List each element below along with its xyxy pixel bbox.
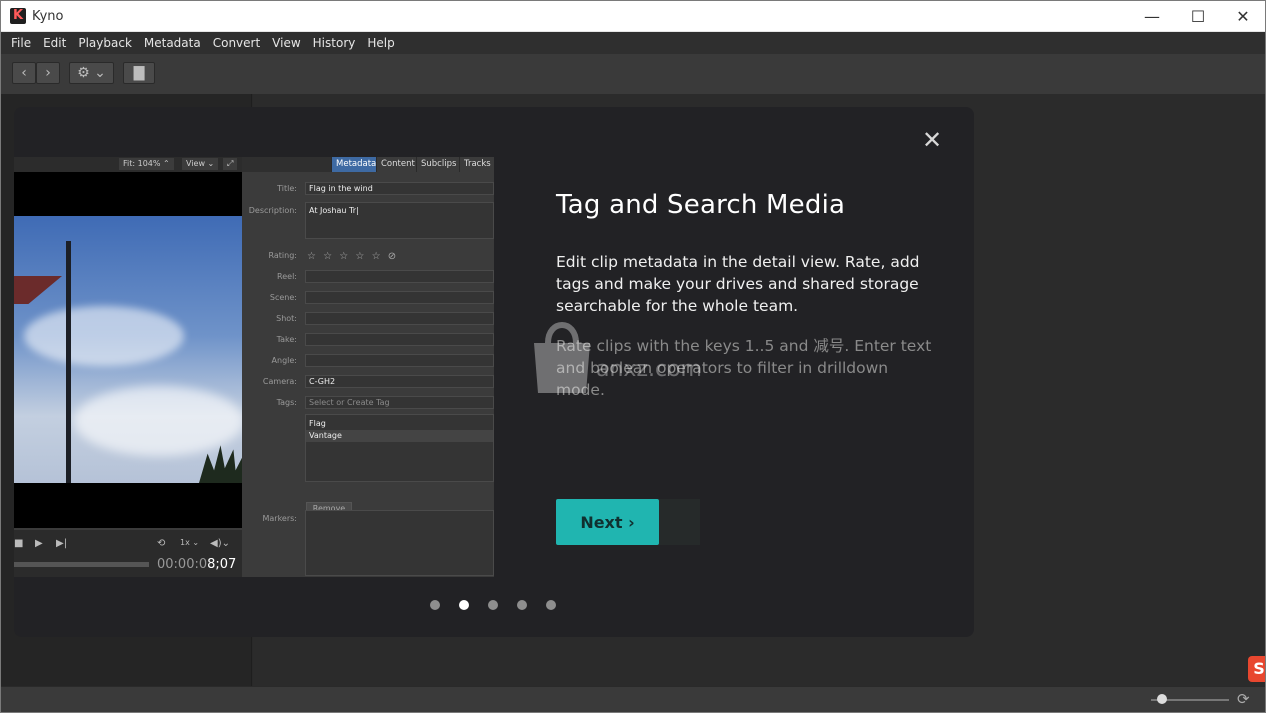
screenshot-video-frame xyxy=(14,172,244,528)
window-title: Kyno xyxy=(32,9,64,24)
screenshot-video-toolbar: Fit: 104% ⌃ View ⌄ ⤢ xyxy=(14,157,242,172)
back-button[interactable]: ‹ xyxy=(12,62,36,84)
menu-playback[interactable]: Playback xyxy=(72,36,138,50)
settings-button[interactable]: ⚙ ⌄ xyxy=(69,62,114,84)
flagpole-image xyxy=(66,241,71,483)
title-field: Flag in the wind xyxy=(305,182,494,195)
screenshot-expand-icon: ⤢ xyxy=(223,158,238,170)
maximize-button[interactable]: ☐ xyxy=(1175,1,1221,31)
shot-label: Shot: xyxy=(276,314,297,323)
folder-button[interactable]: ▇ xyxy=(123,62,155,84)
menu-bar: File Edit Playback Metadata Convert View… xyxy=(1,32,1265,54)
page-dot-3[interactable] xyxy=(488,600,498,610)
ime-s-logo-icon[interactable]: S xyxy=(1248,656,1265,682)
status-bar: ⟳ xyxy=(1,686,1265,712)
menu-history[interactable]: History xyxy=(307,36,362,50)
screenshot-timecode: 00:00:08;07 xyxy=(157,557,236,572)
close-dialog-button[interactable]: ✕ xyxy=(920,126,944,154)
reel-label: Reel: xyxy=(277,272,297,281)
screenshot-tab-tracks: Tracks xyxy=(459,157,494,172)
loop-icon: ⟲ xyxy=(157,538,166,549)
next-frame-icon: ▶| xyxy=(56,538,68,549)
app-window: Kyno — ☐ ✕ File Edit Playback Metadata C… xyxy=(0,0,1266,713)
timecode-dim: 00:00:0 xyxy=(157,557,208,572)
angle-label: Angle: xyxy=(271,356,297,365)
menu-convert[interactable]: Convert xyxy=(207,36,266,50)
menu-metadata[interactable]: Metadata xyxy=(138,36,207,50)
menu-help[interactable]: Help xyxy=(361,36,400,50)
menu-view[interactable]: View xyxy=(266,36,306,50)
screenshot-tab-metadata: Metadata xyxy=(331,157,381,172)
dialog-heading: Tag and Search Media xyxy=(556,190,846,220)
screenshot-view-label: View ⌄ xyxy=(182,158,219,170)
screenshot-tab-subclips: Subclips xyxy=(416,157,461,172)
title-label: Title: xyxy=(277,184,297,193)
description-label: Description: xyxy=(248,206,297,215)
page-dot-2[interactable] xyxy=(459,600,469,610)
chevron-right-icon: › xyxy=(45,65,51,81)
screenshot-fit-label: Fit: 104% ⌃ xyxy=(119,158,174,170)
scene-field xyxy=(305,291,494,304)
angle-field xyxy=(305,354,494,367)
watermark-text: anxz.com xyxy=(596,357,702,382)
take-label: Take: xyxy=(276,335,297,344)
page-dot-1[interactable] xyxy=(430,600,440,610)
folder-download-icon: ▇ xyxy=(133,65,145,81)
tag-flag: Flag xyxy=(309,419,326,428)
reel-field xyxy=(305,270,494,283)
page-dot-4[interactable] xyxy=(517,600,527,610)
secondary-button-placeholder xyxy=(659,499,700,545)
stop-icon: ■ xyxy=(14,538,24,549)
chevron-left-icon: ‹ xyxy=(21,65,27,81)
toolbar: ‹ › ⚙ ⌄ ▇ xyxy=(1,54,1265,94)
flag-image xyxy=(14,276,62,304)
scene-label: Scene: xyxy=(269,293,297,302)
watermark-logo: anxz.com xyxy=(526,315,756,405)
onboarding-dialog: ✕ Fit: 104% ⌃ View ⌄ ⤢ Metadata Content … xyxy=(14,107,974,637)
menu-edit[interactable]: Edit xyxy=(37,36,72,50)
close-window-button[interactable]: ✕ xyxy=(1220,1,1265,31)
cloud xyxy=(24,306,184,366)
dialog-description: Edit clip metadata in the detail view. R… xyxy=(556,253,920,315)
title-bar: Kyno — ☐ ✕ xyxy=(1,1,1265,32)
take-field xyxy=(305,333,494,346)
speed-label: 1x ⌄ xyxy=(180,538,200,547)
play-icon: ▶ xyxy=(35,538,43,549)
screenshot-progress-bar xyxy=(14,562,149,567)
gear-icon: ⚙ ⌄ xyxy=(77,65,106,81)
watermark-bag-icon xyxy=(534,322,590,393)
tags-input: Select or Create Tag xyxy=(305,396,494,409)
camera-field: C-GH2 xyxy=(305,375,494,388)
camera-label: Camera: xyxy=(262,377,297,386)
minimize-button[interactable]: — xyxy=(1129,1,1175,31)
page-dot-5[interactable] xyxy=(546,600,556,610)
kyno-logo-icon xyxy=(10,8,26,24)
tag-vantage: Vantage xyxy=(306,430,493,442)
menu-file[interactable]: File xyxy=(5,36,37,50)
feature-screenshot: Fit: 104% ⌃ View ⌄ ⤢ Metadata Content Su… xyxy=(14,157,494,577)
next-button[interactable]: Next › xyxy=(556,499,659,545)
tags-label: Tags: xyxy=(276,398,297,407)
markers-field xyxy=(305,510,494,576)
zoom-slider-handle[interactable] xyxy=(1157,694,1167,704)
cloud xyxy=(74,386,244,456)
shot-field xyxy=(305,312,494,325)
volume-icon: ◀)⌄ xyxy=(210,538,230,549)
timecode-bright: 8;07 xyxy=(207,557,237,572)
screenshot-playback-controls: ■ ▶ ▶| ⟲ 1x ⌄ ◀)⌄ 00:00:08;07 xyxy=(14,530,242,577)
description-field: At Joshau Tr| xyxy=(305,202,494,239)
rating-stars: ☆ ☆ ☆ ☆ ☆ ⊘ xyxy=(307,251,399,262)
refresh-icon[interactable]: ⟳ xyxy=(1237,690,1250,708)
rating-label: Rating: xyxy=(268,251,298,260)
screenshot-metadata-panel: Title: Flag in the wind Description: At … xyxy=(242,172,494,577)
forward-button[interactable]: › xyxy=(36,62,60,84)
markers-label: Markers: xyxy=(262,514,297,523)
pagination-dots xyxy=(430,600,556,610)
sky-image xyxy=(14,216,244,483)
screenshot-tab-content: Content xyxy=(376,157,419,172)
